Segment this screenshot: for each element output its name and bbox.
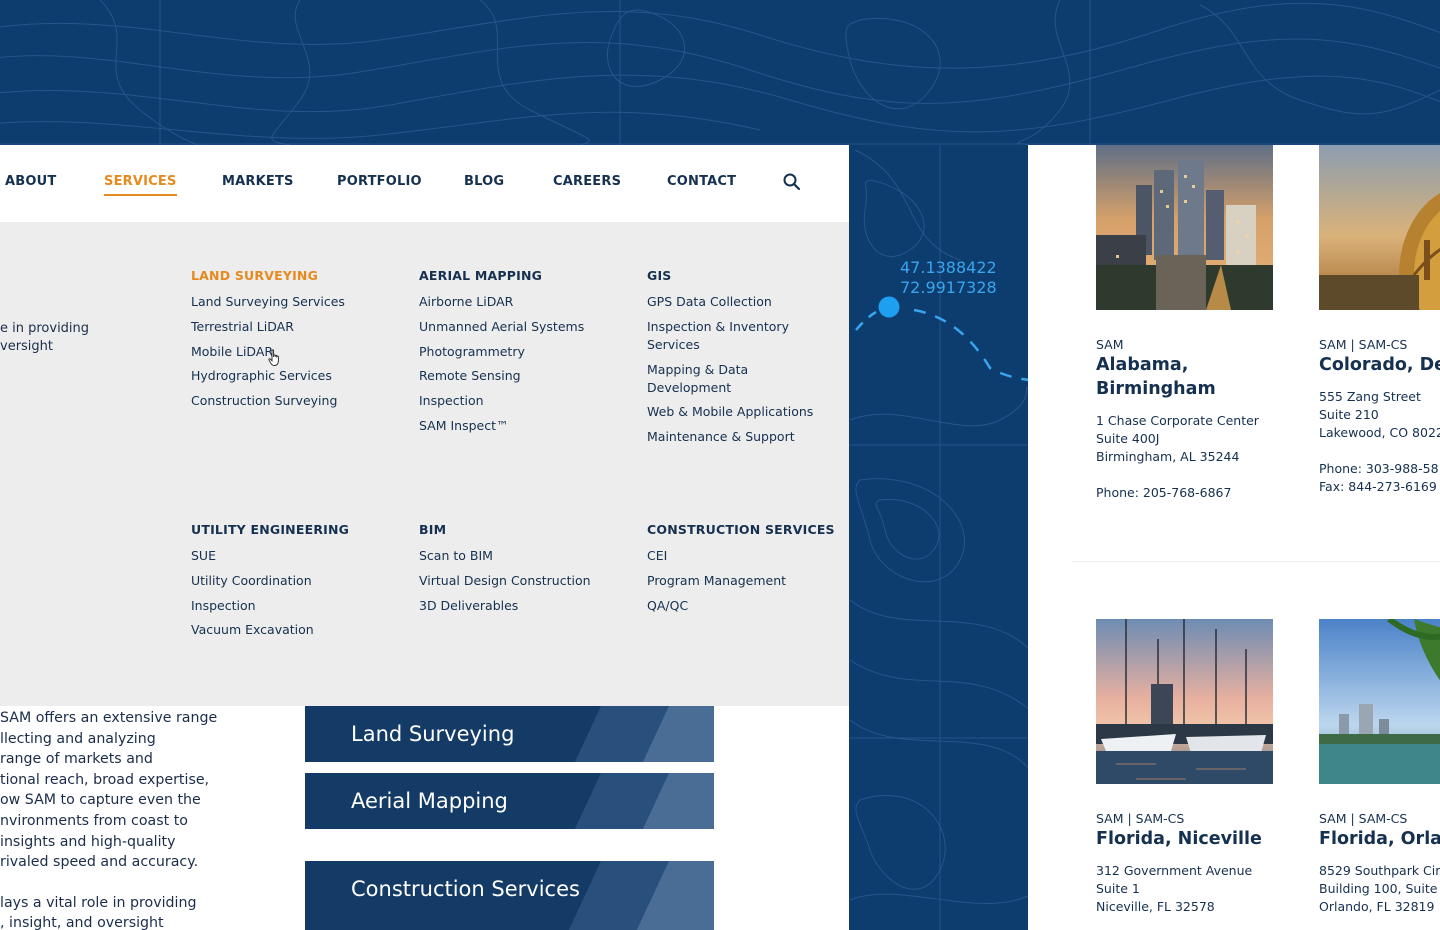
menu-link[interactable]: Hydrographic Services (191, 367, 411, 385)
menu-link[interactable]: Mobile LiDAR (191, 343, 411, 361)
nav-services[interactable]: SERVICES (104, 174, 177, 196)
office-card-colorado[interactable]: SAM | SAM-CS Colorado, Denver 555 Zang S… (1319, 145, 1440, 496)
menu-link[interactable]: Terrestrial LiDAR (191, 318, 411, 336)
menu-column-utility-engineering: UTILITY ENGINEERING SUE Utility Coordina… (191, 522, 411, 646)
office-locations-panel: SAM Alabama, Birmingham 1 Chase Corporat… (1028, 145, 1440, 930)
menu-link[interactable]: Airborne LiDAR (419, 293, 639, 311)
menu-heading-aerial-mapping[interactable]: AERIAL MAPPING (419, 268, 639, 284)
office-photo-niceville (1096, 619, 1273, 784)
menu-heading-construction-services[interactable]: CONSTRUCTION SERVICES (647, 522, 847, 538)
menu-link[interactable]: Inspection & Inventory Services (647, 318, 832, 354)
menu-link[interactable]: QA/QC (647, 597, 847, 615)
office-photo-orlando (1319, 619, 1440, 784)
menu-heading-land-surveying[interactable]: LAND SURVEYING (191, 268, 411, 284)
office-city-name: Florida, Niceville (1096, 829, 1262, 849)
menu-link[interactable]: Remote Sensing (419, 367, 639, 385)
services-page-panel: ABOUT SERVICES MARKETS PORTFOLIO BLOG CA… (0, 145, 849, 930)
office-phone[interactable]: Phone: 205-768-6867 (1096, 484, 1296, 502)
menu-column-bim: BIM Scan to BIM Virtual Design Construct… (419, 522, 639, 621)
menu-link[interactable]: Unmanned Aerial Systems (419, 318, 639, 336)
office-city-name: Alabama, Birmingham (1096, 355, 1216, 399)
menu-link[interactable]: Maintenance & Support (647, 428, 832, 446)
menu-link[interactable]: CEI (647, 547, 847, 565)
nav-portfolio[interactable]: PORTFOLIO (337, 174, 422, 190)
menu-link[interactable]: SAM Inspect™ (419, 417, 639, 435)
office-row-divider (1072, 561, 1440, 562)
office-card-niceville[interactable]: SAM | SAM-CS Florida, Niceville 312 Gove… (1096, 619, 1296, 916)
menu-link[interactable]: Mapping & Data Development (647, 361, 832, 397)
menu-link[interactable]: GPS Data Collection (647, 293, 832, 311)
office-card-orlando[interactable]: SAM | SAM-CS Florida, Orlando 8529 South… (1319, 619, 1440, 916)
main-navigation: ABOUT SERVICES MARKETS PORTFOLIO BLOG CA… (0, 145, 849, 222)
service-button-construction-services[interactable]: Construction Services (305, 861, 714, 930)
menu-link[interactable]: Vacuum Excavation (191, 621, 411, 639)
services-mega-menu: e in providing versight LAND SURVEYING L… (0, 222, 849, 706)
menu-link[interactable]: Inspection (419, 392, 639, 410)
menu-heading-utility-engineering[interactable]: UTILITY ENGINEERING (191, 522, 411, 538)
menu-link[interactable]: 3D Deliverables (419, 597, 639, 615)
mega-menu-intro-text: e in providing versight (0, 321, 90, 354)
office-address: 8529 Southpark Cir Building 100, Suite 1… (1319, 863, 1440, 914)
office-photo-birmingham (1096, 145, 1273, 310)
nav-careers[interactable]: CAREERS (553, 174, 621, 190)
menu-link[interactable]: Utility Coordination (191, 572, 411, 590)
menu-column-land-surveying: LAND SURVEYING Land Surveying Services T… (191, 268, 411, 417)
menu-heading-bim[interactable]: BIM (419, 522, 639, 538)
menu-link[interactable]: Inspection (191, 597, 411, 615)
office-address: 555 Zang Street Suite 210 Lakewood, CO 8… (1319, 389, 1440, 440)
nav-contact[interactable]: CONTACT (667, 174, 736, 190)
office-address: 1 Chase Corporate Center Suite 400J Birm… (1096, 413, 1259, 464)
menu-column-construction-services: CONSTRUCTION SERVICES CEI Program Manage… (647, 522, 847, 621)
search-icon[interactable] (782, 172, 802, 192)
office-address: 312 Government Avenue Suite 1 Niceville,… (1096, 863, 1253, 914)
hand-pointer-cursor-icon (268, 349, 279, 366)
service-button-land-surveying[interactable]: Land Surveying (305, 706, 714, 762)
menu-link[interactable]: Scan to BIM (419, 547, 639, 565)
nav-about[interactable]: ABOUT (5, 174, 56, 190)
menu-link[interactable]: Land Surveying Services (191, 293, 411, 311)
nav-blog[interactable]: BLOG (464, 174, 504, 190)
office-photo-colorado (1319, 145, 1440, 310)
menu-link[interactable]: SUE (191, 547, 411, 565)
map-coordinates: 47.1388422 72.9917328 (900, 258, 997, 297)
menu-link[interactable]: Web & Mobile Applications (647, 403, 832, 421)
menu-link[interactable]: Photogrammetry (419, 343, 639, 361)
menu-heading-gis[interactable]: GIS (647, 268, 832, 284)
service-button-aerial-mapping[interactable]: Aerial Mapping (305, 773, 714, 829)
office-city-name: Colorado, Denver (1319, 355, 1440, 375)
office-fax: Fax: 844-273-6169 (1319, 479, 1437, 494)
office-city-name: Florida, Orlando (1319, 829, 1440, 849)
office-phone[interactable]: Phone: 303-988-58 (1319, 460, 1440, 478)
services-intro-text: SAM offers an extensive range llecting a… (0, 710, 218, 930)
map-location-marker (878, 296, 900, 318)
menu-link[interactable]: Virtual Design Construction (419, 572, 639, 590)
menu-link[interactable]: Program Management (647, 572, 847, 590)
menu-link[interactable]: Construction Surveying (191, 392, 411, 410)
menu-column-gis: GIS GPS Data Collection Inspection & Inv… (647, 268, 832, 453)
menu-column-aerial-mapping: AERIAL MAPPING Airborne LiDAR Unmanned A… (419, 268, 639, 442)
office-card-birmingham[interactable]: SAM Alabama, Birmingham 1 Chase Corporat… (1096, 145, 1296, 502)
nav-markets[interactable]: MARKETS (222, 174, 294, 190)
